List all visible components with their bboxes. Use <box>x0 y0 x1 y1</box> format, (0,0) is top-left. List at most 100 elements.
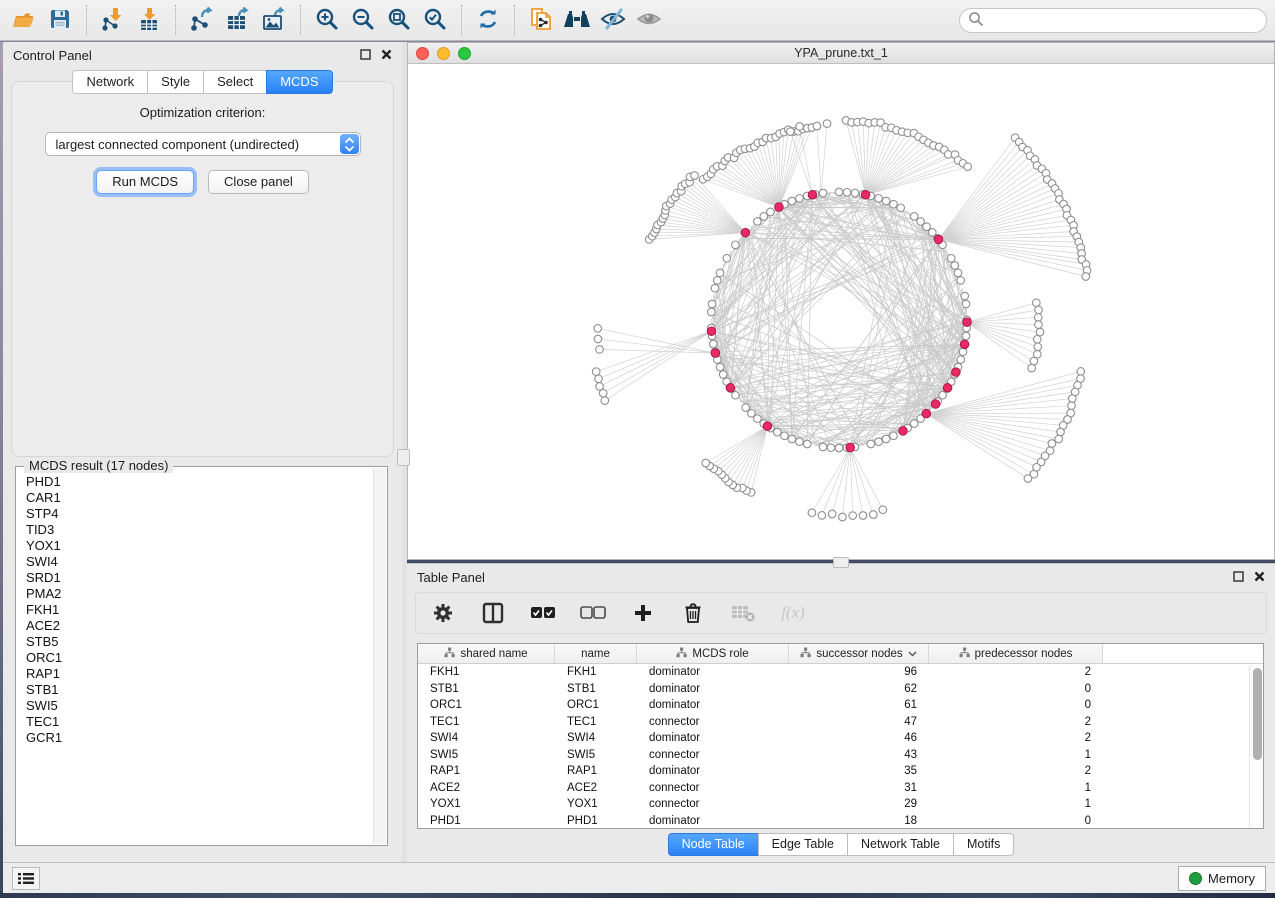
network-canvas[interactable] <box>408 64 1274 559</box>
zoom-in-button[interactable] <box>309 3 345 37</box>
tab-mcds[interactable]: MCDS <box>266 70 332 94</box>
tab-network-table[interactable]: Network Table <box>847 833 953 856</box>
column-header-name[interactable]: name <box>555 644 637 663</box>
mcds-result-item[interactable]: YOX1 <box>26 538 373 554</box>
table-cell: dominator <box>637 765 789 777</box>
mcds-result-item[interactable]: GCR1 <box>26 730 373 746</box>
find-binoculars-button[interactable] <box>559 3 595 37</box>
mcds-result-item[interactable]: RAP1 <box>26 666 373 682</box>
select-all-button[interactable] <box>530 600 556 626</box>
export-network-button[interactable] <box>184 3 220 37</box>
unselect-all-button[interactable] <box>580 600 606 626</box>
column-header-MCDS-role[interactable]: MCDS role <box>637 644 789 663</box>
optimization-criterion-select[interactable]: largest connected component (undirected) <box>45 132 361 156</box>
attribute-icon <box>800 647 811 661</box>
zoom-in-icon <box>315 7 339 34</box>
table-row[interactable]: YOX1YOX1connector291 <box>418 796 1263 813</box>
column-header-shared-name[interactable]: shared name <box>418 644 555 663</box>
tab-style[interactable]: Style <box>147 70 203 94</box>
table-settings-button[interactable] <box>430 600 456 626</box>
share-network-button[interactable] <box>523 3 559 37</box>
close-panel-icon[interactable] <box>381 48 392 63</box>
delete-column-button[interactable] <box>680 600 706 626</box>
zoom-out-button[interactable] <box>345 3 381 37</box>
tab-select[interactable]: Select <box>203 70 266 94</box>
table-scrollbar-thumb[interactable] <box>1253 668 1262 760</box>
tab-node-table[interactable]: Node Table <box>668 833 758 856</box>
function-builder-button[interactable]: f(x) <box>780 600 806 626</box>
open-file-button[interactable] <box>6 3 42 37</box>
eye-icon <box>635 8 663 33</box>
mcds-result-item[interactable]: CAR1 <box>26 490 373 506</box>
mcds-result-item[interactable]: STB5 <box>26 634 373 650</box>
export-table-button[interactable] <box>220 3 256 37</box>
mcds-result-item[interactable]: STB1 <box>26 682 373 698</box>
optimization-criterion-label: Optimization criterion: <box>12 105 393 120</box>
table-row[interactable]: SWI5SWI5connector431 <box>418 747 1263 764</box>
mcds-result-list[interactable]: PHD1CAR1STP4TID3YOX1SWI4SRD1PMA2FKH1ACE2… <box>17 468 373 844</box>
column-header-successor-nodes[interactable]: successor nodes <box>789 644 929 663</box>
mcds-result-group: MCDS result (17 nodes) PHD1CAR1STP4TID3Y… <box>15 466 388 846</box>
table-row[interactable]: STB1STB1dominator620 <box>418 681 1263 698</box>
import-network-button[interactable] <box>95 3 131 37</box>
horizontal-split-grip[interactable] <box>833 557 849 568</box>
table-row[interactable]: SWI4SWI4dominator462 <box>418 730 1263 747</box>
tab-motifs[interactable]: Motifs <box>953 833 1014 856</box>
mcds-result-item[interactable]: ACE2 <box>26 618 373 634</box>
tab-network[interactable]: Network <box>72 70 147 94</box>
close-panel-button[interactable]: Close panel <box>208 170 309 194</box>
mcds-result-item[interactable]: FKH1 <box>26 602 373 618</box>
mcds-result-item[interactable]: PHD1 <box>26 474 373 490</box>
table-cell: 2 <box>929 765 1103 777</box>
node-table-header: shared namenameMCDS rolesuccessor nodesp… <box>418 644 1263 664</box>
hide-selected-button[interactable] <box>595 3 631 37</box>
table-cell: SWI5 <box>418 749 555 761</box>
mcds-result-item[interactable]: TID3 <box>26 522 373 538</box>
table-row[interactable]: PHD1PHD1dominator180 <box>418 813 1263 830</box>
export-image-button[interactable] <box>256 3 292 37</box>
table-row[interactable]: ORC1ORC1dominator610 <box>418 697 1263 714</box>
import-table-button[interactable] <box>131 3 167 37</box>
status-bar: Memory <box>3 862 1275 893</box>
task-history-button[interactable] <box>12 867 40 890</box>
table-row[interactable]: FKH1FKH1dominator962 <box>418 664 1263 681</box>
close-panel-icon[interactable] <box>1254 570 1265 585</box>
trash-icon <box>683 602 703 624</box>
table-scrollbar[interactable] <box>1249 665 1263 828</box>
table-cell: 47 <box>789 716 929 728</box>
memory-button[interactable]: Memory <box>1178 866 1266 891</box>
column-header-predecessor-nodes[interactable]: predecessor nodes <box>929 644 1103 663</box>
table-cell: FKH1 <box>418 666 555 678</box>
table-row[interactable]: TEC1TEC1connector472 <box>418 714 1263 731</box>
show-column-button[interactable] <box>480 600 506 626</box>
save-floppy-icon <box>49 8 71 33</box>
run-mcds-button[interactable]: Run MCDS <box>96 170 194 194</box>
export-table-icon <box>225 7 251 34</box>
mcds-result-item[interactable]: SRD1 <box>26 570 373 586</box>
create-column-button[interactable] <box>630 600 656 626</box>
network-window-titlebar: YPA_prune.txt_1 <box>408 43 1274 64</box>
float-panel-icon[interactable] <box>360 48 371 63</box>
tab-edge-table[interactable]: Edge Table <box>758 833 847 856</box>
mcds-result-item[interactable]: SWI5 <box>26 698 373 714</box>
mcds-result-item[interactable]: TEC1 <box>26 714 373 730</box>
table-row[interactable]: ACE2ACE2connector311 <box>418 780 1263 797</box>
mcds-result-item[interactable]: SWI4 <box>26 554 373 570</box>
zoom-selected-button[interactable] <box>417 3 453 37</box>
zoom-fit-button[interactable] <box>381 3 417 37</box>
delete-table-button[interactable] <box>730 600 756 626</box>
float-panel-icon[interactable] <box>1233 570 1244 585</box>
show-all-button[interactable] <box>631 3 667 37</box>
apply-layout-button[interactable] <box>470 3 506 37</box>
node-table[interactable]: shared namenameMCDS rolesuccessor nodesp… <box>417 643 1264 829</box>
mcds-result-item[interactable]: PMA2 <box>26 586 373 602</box>
table-cell: 96 <box>789 666 929 678</box>
mcds-list-scrollbar[interactable] <box>373 468 386 844</box>
save-session-button[interactable] <box>42 3 78 37</box>
mcds-result-item[interactable]: ORC1 <box>26 650 373 666</box>
search-input[interactable] <box>984 13 1258 27</box>
table-row[interactable]: RAP1RAP1dominator352 <box>418 763 1263 780</box>
mcds-result-item[interactable]: STP4 <box>26 506 373 522</box>
vertical-split-grip[interactable] <box>397 449 410 466</box>
table-cell: 0 <box>929 815 1103 827</box>
